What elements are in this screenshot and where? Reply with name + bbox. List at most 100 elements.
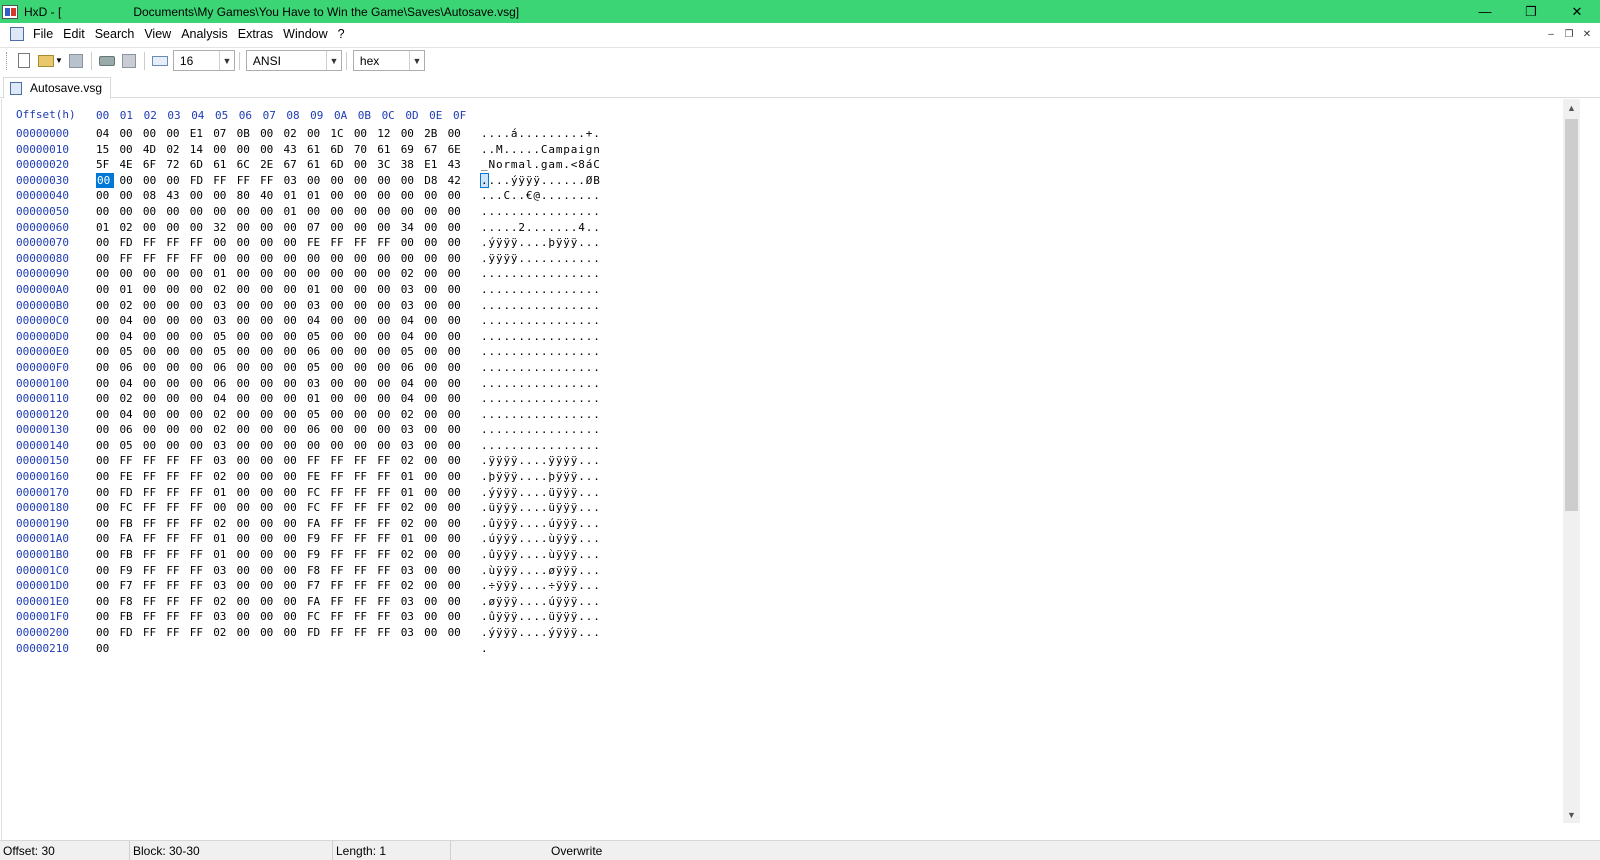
hex-byte[interactable]: 00 [260, 360, 283, 376]
hex-byte[interactable]: 00 [260, 469, 283, 485]
hex-byte[interactable]: 00 [330, 422, 353, 438]
hex-byte[interactable]: 00 [284, 298, 307, 314]
hex-byte[interactable]: FF [354, 453, 377, 469]
hex-byte[interactable]: 00 [96, 266, 119, 282]
hex-byte[interactable]: 01 [284, 204, 307, 220]
hex-byte[interactable]: 00 [424, 344, 447, 360]
hex-byte[interactable]: FF [119, 453, 142, 469]
hex-byte[interactable]: FB [119, 609, 142, 625]
hex-byte[interactable]: 00 [377, 360, 400, 376]
hex-byte[interactable]: 00 [424, 563, 447, 579]
hex-byte[interactable]: 00 [284, 266, 307, 282]
hex-byte[interactable]: 00 [237, 142, 260, 158]
hex-row[interactable]: 00 04 00 00 00 05 00 00 00 05 00 00 00 04 00 00 [96, 329, 471, 345]
hex-byte[interactable]: 00 [401, 173, 424, 189]
hex-row[interactable]: 00 FD FF FF FF 01 00 00 00 FC FF FF FF 01 00 00 [96, 485, 471, 501]
hex-byte[interactable]: 72 [166, 157, 189, 173]
hex-byte[interactable]: 02 [401, 516, 424, 532]
hex-byte[interactable]: 01 [119, 282, 142, 298]
text-char[interactable]: . [563, 174, 570, 187]
text-char[interactable]: . [578, 174, 585, 187]
hex-byte[interactable]: F9 [307, 547, 330, 563]
menu-edit[interactable]: Edit [58, 23, 90, 45]
hex-byte[interactable]: 00 [96, 485, 119, 501]
hex-byte[interactable]: FF [377, 609, 400, 625]
hex-byte[interactable]: 05 [307, 407, 330, 423]
hex-byte[interactable]: 00 [237, 469, 260, 485]
hex-byte[interactable]: 00 [237, 547, 260, 563]
charset-select[interactable]: ANSI ▼ [245, 50, 342, 71]
hex-byte[interactable]: FF [143, 485, 166, 501]
hex-byte[interactable]: 03 [401, 609, 424, 625]
hex-byte[interactable]: FF [143, 516, 166, 532]
hex-byte[interactable]: 00 [96, 531, 119, 547]
hex-byte[interactable]: 00 [237, 516, 260, 532]
save-button[interactable] [65, 50, 87, 72]
hex-byte[interactable]: 01 [307, 188, 330, 204]
hex-byte[interactable]: FF [330, 531, 353, 547]
scroll-down-arrow[interactable]: ▼ [1563, 806, 1580, 823]
text-row[interactable]: .ÿÿÿÿ........... [481, 251, 611, 267]
hex-byte[interactable]: 00 [448, 609, 471, 625]
hex-byte[interactable]: 00 [96, 578, 119, 594]
hex-row[interactable]: 00 06 00 00 00 02 00 00 00 06 00 00 00 03 00 00 [96, 422, 471, 438]
hex-byte[interactable]: FF [354, 594, 377, 610]
hex-byte[interactable]: FF [190, 594, 213, 610]
hex-byte[interactable]: 00 [237, 485, 260, 501]
hex-byte[interactable]: 00 [237, 204, 260, 220]
hex-byte[interactable]: 04 [119, 407, 142, 423]
hex-byte[interactable]: FF [354, 516, 377, 532]
hex-byte[interactable]: 00 [284, 547, 307, 563]
hex-byte[interactable]: 00 [330, 266, 353, 282]
hex-byte[interactable]: 00 [424, 531, 447, 547]
hex-byte[interactable]: 00 [424, 298, 447, 314]
hex-byte[interactable]: 00 [96, 469, 119, 485]
hex-byte[interactable]: 00 [377, 251, 400, 267]
hex-byte[interactable]: 00 [424, 485, 447, 501]
hex-byte[interactable]: 02 [401, 453, 424, 469]
hex-byte[interactable]: 01 [96, 220, 119, 236]
hex-byte[interactable]: FF [143, 500, 166, 516]
hex-byte[interactable]: 34 [401, 220, 424, 236]
hex-row[interactable]: 00 F7 FF FF FF 03 00 00 00 F7 FF FF FF 02 00 00 [96, 578, 471, 594]
hex-byte[interactable]: 00 [260, 531, 283, 547]
hex-byte[interactable]: FA [307, 516, 330, 532]
hex-byte[interactable]: 00 [377, 438, 400, 454]
hex-byte[interactable]: 00 [354, 157, 377, 173]
hex-byte[interactable]: F7 [307, 578, 330, 594]
hex-byte[interactable]: FF [260, 173, 283, 189]
hex-byte[interactable]: 00 [143, 220, 166, 236]
hex-byte[interactable]: 00 [284, 313, 307, 329]
open-dropdown-arrow[interactable]: ▼ [55, 56, 63, 65]
hex-byte[interactable]: 00 [448, 453, 471, 469]
hex-byte[interactable]: 00 [377, 188, 400, 204]
hex-byte[interactable]: 06 [307, 422, 330, 438]
hex-byte[interactable]: 01 [284, 188, 307, 204]
hex-byte[interactable]: 00 [284, 531, 307, 547]
hex-byte[interactable]: 04 [213, 391, 236, 407]
hex-byte[interactable]: 00 [330, 298, 353, 314]
hex-byte[interactable]: 00 [424, 235, 447, 251]
text-row[interactable]: .þÿÿÿ....þÿÿÿ... [481, 469, 611, 485]
hex-byte[interactable]: 00 [448, 360, 471, 376]
hex-byte[interactable]: 00 [260, 516, 283, 532]
scroll-up-arrow[interactable]: ▲ [1563, 99, 1580, 116]
hex-byte[interactable]: FF [377, 516, 400, 532]
hex-byte[interactable]: FE [119, 469, 142, 485]
hex-byte[interactable]: E1 [424, 157, 447, 173]
text-row[interactable]: ................ [481, 407, 611, 423]
hex-byte[interactable]: 6D [330, 142, 353, 158]
hex-byte[interactable]: FF [354, 578, 377, 594]
hex-byte[interactable]: FA [119, 531, 142, 547]
hex-byte[interactable]: 61 [307, 142, 330, 158]
text-row[interactable]: ................ [481, 391, 611, 407]
hex-byte[interactable]: 00 [307, 126, 330, 142]
hex-byte[interactable]: 00 [307, 204, 330, 220]
hex-byte[interactable]: 00 [354, 407, 377, 423]
text-char[interactable]: B [593, 174, 600, 187]
text-row[interactable]: .ýÿÿÿ....þÿÿÿ... [481, 235, 611, 251]
hex-row[interactable]: 00 00 00 00 FD FF FF FF 03 00 00 00 00 00 D8 42 [96, 172, 471, 189]
hex-byte[interactable]: FF [143, 235, 166, 251]
hex-byte[interactable]: FF [237, 173, 260, 189]
hex-byte[interactable]: FF [166, 235, 189, 251]
